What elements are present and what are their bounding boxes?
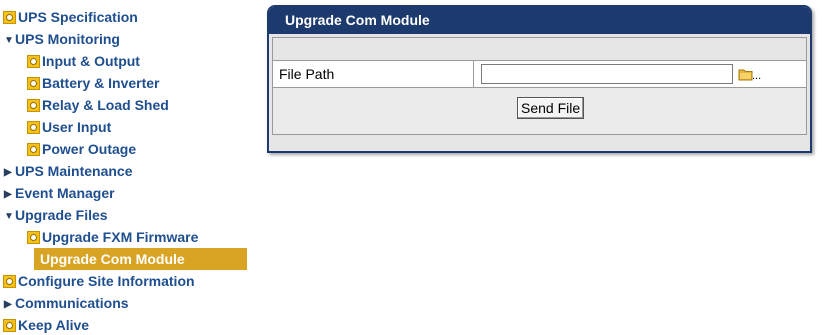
gear-icon — [3, 11, 16, 24]
sidebar-item-label: Event Manager — [15, 185, 115, 201]
sidebar-item-label: Upgrade Files — [15, 207, 108, 223]
triangle-down-icon: ▼ — [4, 211, 14, 222]
sidebar-item-label: Configure Site Information — [18, 273, 195, 289]
gear-icon — [3, 275, 16, 288]
sidebar-item-label: Power Outage — [42, 141, 137, 157]
send-row: Send File — [272, 88, 807, 135]
browse-button[interactable]: ... — [738, 66, 762, 84]
sidebar-item-label: User Input — [42, 119, 112, 135]
sidebar-item-label: Upgrade FXM Firmware — [42, 229, 199, 245]
browse-dots: ... — [752, 70, 762, 82]
sidebar-item-upgrade-fxm-firmware[interactable]: Upgrade FXM Firmware — [0, 226, 250, 248]
triangle-down-icon: ▼ — [4, 35, 14, 46]
sidebar-item-upgrade-files[interactable]: ▼Upgrade Files — [0, 204, 250, 226]
send-file-button[interactable]: Send File — [517, 97, 585, 119]
sidebar-item-power-outage[interactable]: Power Outage — [0, 138, 250, 160]
file-path-row: File Path ... — [272, 61, 807, 88]
gear-icon — [27, 143, 40, 156]
sidebar-item-input-output[interactable]: Input & Output — [0, 50, 250, 72]
sidebar-item-configure-site-information[interactable]: Configure Site Information — [0, 270, 250, 292]
sidebar-item-label: UPS Monitoring — [15, 31, 120, 47]
sidebar-item-label: Upgrade Com Module — [40, 251, 185, 267]
sidebar-item-label: Input & Output — [42, 53, 140, 69]
sidebar-item-label: Keep Alive — [18, 317, 90, 333]
upgrade-com-module-panel: Upgrade Com Module File Path ... Send Fi… — [267, 5, 812, 153]
sidebar-item-upgrade-com-module[interactable]: Upgrade Com Module — [34, 248, 247, 270]
gear-icon — [27, 121, 40, 134]
sidebar-item-label: Relay & Load Shed — [42, 97, 169, 113]
sidebar-item-label: Battery & Inverter — [42, 75, 160, 91]
file-path-input[interactable] — [481, 64, 733, 84]
triangle-right-icon: ▶ — [4, 189, 12, 200]
file-path-cell: ... — [474, 61, 806, 87]
triangle-right-icon: ▶ — [4, 167, 12, 178]
triangle-right-icon: ▶ — [4, 299, 12, 310]
page: UPS Specification ▼UPS Monitoring Input … — [0, 0, 825, 335]
gear-icon — [27, 231, 40, 244]
file-path-label: File Path — [273, 61, 474, 87]
panel-title: Upgrade Com Module — [269, 7, 810, 34]
gear-icon — [27, 77, 40, 90]
panel-spacer-row — [272, 37, 807, 61]
sidebar-item-ups-monitoring[interactable]: ▼UPS Monitoring — [0, 28, 250, 50]
sidebar-item-label: UPS Maintenance — [15, 163, 133, 179]
gear-icon — [27, 55, 40, 68]
sidebar-item-user-input[interactable]: User Input — [0, 116, 250, 138]
gear-icon — [3, 319, 16, 332]
sidebar-nav: UPS Specification ▼UPS Monitoring Input … — [0, 6, 250, 335]
sidebar-item-battery-inverter[interactable]: Battery & Inverter — [0, 72, 250, 94]
sidebar-item-label: Communications — [15, 295, 129, 311]
sidebar-item-communications[interactable]: ▶ Communications — [0, 292, 250, 314]
sidebar-item-ups-specification[interactable]: UPS Specification — [0, 6, 250, 28]
sidebar-item-label: UPS Specification — [18, 9, 138, 25]
sidebar-item-relay-load-shed[interactable]: Relay & Load Shed — [0, 94, 250, 116]
sidebar-item-ups-maintenance[interactable]: ▶ UPS Maintenance — [0, 160, 250, 182]
sidebar-item-keep-alive[interactable]: Keep Alive — [0, 314, 250, 335]
gear-icon — [27, 99, 40, 112]
sidebar-item-event-manager[interactable]: ▶ Event Manager — [0, 182, 250, 204]
